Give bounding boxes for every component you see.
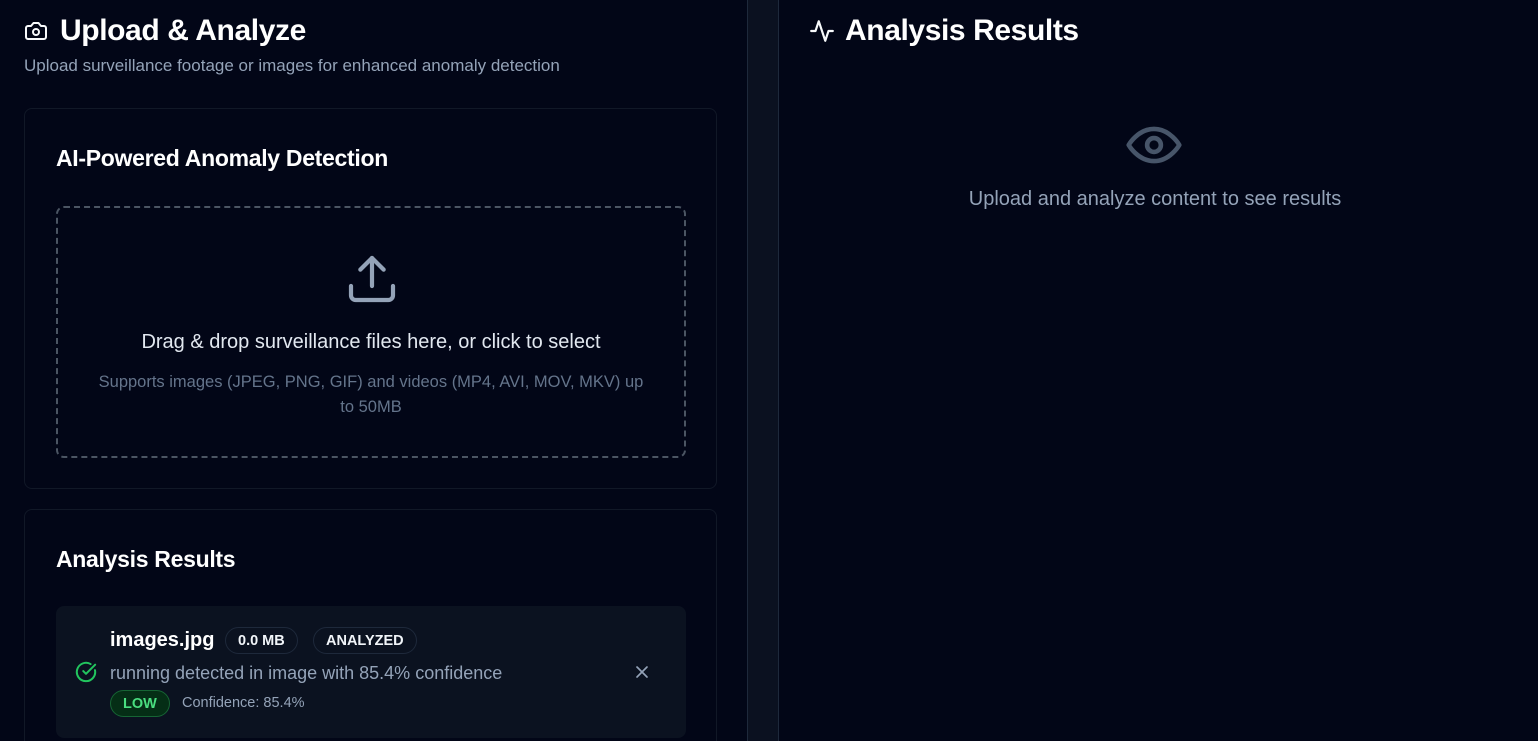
result-list-item: images.jpg 0.0 MB ANALYZED running detec…	[56, 606, 686, 738]
upload-card-title: AI-Powered Anomaly Detection	[56, 145, 388, 171]
results-card-title: Analysis Results	[56, 546, 236, 572]
confidence-text: Confidence: 85.4%	[182, 695, 305, 711]
dropzone-text: Drag & drop surveillance files here, or …	[141, 331, 601, 353]
upload-card: AI-Powered Anomaly Detection Drag & drop…	[24, 108, 717, 489]
file-dropzone[interactable]: Drag & drop surveillance files here, or …	[56, 206, 686, 458]
panel-divider	[747, 0, 779, 741]
empty-state-message: Upload and analyze content to see result…	[968, 188, 1342, 210]
close-icon[interactable]	[632, 662, 652, 682]
file-size-badge: 0.0 MB	[225, 627, 298, 654]
upload-panel: Upload & Analyze Upload surveillance foo…	[0, 0, 747, 741]
activity-icon	[809, 18, 835, 44]
result-message: running detected in image with 85.4% con…	[110, 663, 503, 683]
camera-icon	[24, 19, 48, 43]
results-panel-title: Analysis Results	[845, 14, 1079, 47]
dropzone-hint: Supports images (JPEG, PNG, GIF) and vid…	[98, 373, 644, 416]
page-title: Upload & Analyze	[60, 14, 306, 47]
results-card: Analysis Results images.jpg 0.0 MB ANALY…	[24, 509, 717, 741]
status-badge: ANALYZED	[313, 627, 417, 654]
upload-panel-header: Upload & Analyze	[24, 14, 306, 48]
app-root: Upload & Analyze Upload surveillance foo…	[0, 0, 1538, 741]
result-file-name: images.jpg	[110, 629, 215, 651]
results-panel-header: Analysis Results	[809, 14, 1079, 48]
check-circle-icon	[75, 661, 97, 683]
upload-icon	[344, 251, 400, 307]
results-panel: Analysis Results Upload and analyze cont…	[779, 0, 1538, 741]
severity-badge: LOW	[110, 690, 170, 717]
page-subtitle: Upload surveillance footage or images fo…	[24, 56, 560, 75]
eye-icon	[1126, 122, 1182, 168]
